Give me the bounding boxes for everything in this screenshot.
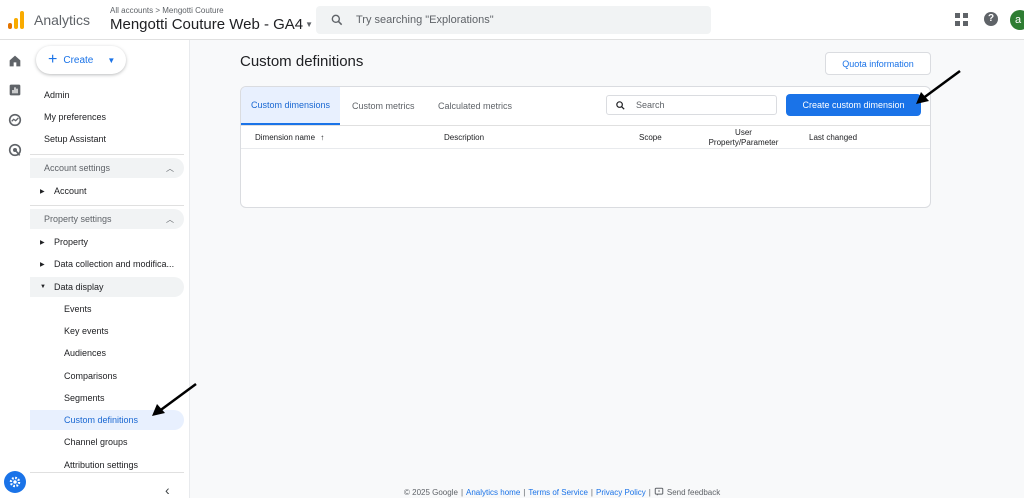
divider xyxy=(30,154,184,155)
sidebar-item-setup-assistant[interactable]: Setup Assistant xyxy=(30,129,184,149)
caret-down-icon: ▼ xyxy=(305,20,314,29)
page-title: Custom definitions xyxy=(240,53,364,70)
apps-grid-icon[interactable] xyxy=(955,13,968,26)
expand-arrow-icon: ▶ xyxy=(40,188,45,195)
sidebar-item-label: Data collection and modifica... xyxy=(54,259,175,269)
global-search[interactable] xyxy=(316,6,711,34)
analytics-logo[interactable] xyxy=(8,11,24,29)
search-icon xyxy=(616,100,625,110)
tab-custom-metrics[interactable]: Custom metrics xyxy=(342,87,425,125)
plus-icon: + xyxy=(48,51,58,68)
explore-icon[interactable] xyxy=(7,112,23,128)
chevron-up-icon: ︿ xyxy=(166,163,174,173)
admin-sidebar: + Create ▼ Admin My preferences Setup As… xyxy=(30,40,190,498)
collapse-arrow-icon: ▼ xyxy=(40,284,46,290)
sidebar-item-key-events[interactable]: Key events xyxy=(30,321,184,341)
sidebar-item-audiences[interactable]: Audiences xyxy=(30,343,184,363)
sidebar-item-my-preferences[interactable]: My preferences xyxy=(30,107,184,127)
privacy-link[interactable]: Privacy Policy xyxy=(596,488,646,497)
column-header-user-property-parameter[interactable]: User Property/Parameter xyxy=(706,128,781,148)
sidebar-item-admin[interactable]: Admin xyxy=(30,85,184,105)
sidebar-item-label: Property xyxy=(54,237,89,247)
chevron-up-icon: ︿ xyxy=(166,214,174,224)
expand-arrow-icon: ▶ xyxy=(40,239,45,246)
sidebar-item-events[interactable]: Events xyxy=(30,299,184,319)
column-header-dimension-name[interactable]: Dimension name ↑ xyxy=(255,133,324,142)
feedback-icon xyxy=(654,487,664,496)
collapse-sidebar-icon[interactable]: ‹ xyxy=(165,482,170,498)
top-bar: Analytics All accounts > Mengotti Coutur… xyxy=(0,0,1024,40)
create-custom-dimension-button[interactable]: Create custom dimension xyxy=(786,94,921,116)
annotation-arrow xyxy=(152,382,197,416)
global-search-input[interactable] xyxy=(356,14,686,26)
divider xyxy=(30,472,184,473)
chevron-down-icon: ▼ xyxy=(107,55,116,65)
column-header-description[interactable]: Description xyxy=(444,133,484,142)
home-icon[interactable] xyxy=(7,53,23,69)
sidebar-item-channel-groups[interactable]: Channel groups xyxy=(30,432,184,452)
sidebar-item-account[interactable]: ▶ Account xyxy=(30,181,184,201)
gear-icon xyxy=(9,476,21,488)
table-header: Dimension name ↑ Description Scope User … xyxy=(241,125,930,149)
copyright: © 2025 Google xyxy=(404,487,458,497)
table-search[interactable] xyxy=(606,95,777,115)
sidebar-item-data-display[interactable]: ▼ Data display xyxy=(30,277,184,297)
send-feedback-link[interactable]: Send feedback xyxy=(667,488,720,497)
sidebar-item-label: Account xyxy=(54,186,87,196)
section-label: Account settings xyxy=(44,163,111,173)
tab-calculated-metrics[interactable]: Calculated metrics xyxy=(428,87,522,125)
section-label: Property settings xyxy=(44,214,112,224)
tab-custom-dimensions[interactable]: Custom dimensions xyxy=(241,87,341,125)
create-button-label: Create xyxy=(63,54,94,66)
expand-arrow-icon: ▶ xyxy=(40,261,45,268)
search-icon xyxy=(331,14,343,26)
reports-icon[interactable] xyxy=(7,82,23,98)
property-selector[interactable]: Mengotti Couture Web - GA4 ▼ xyxy=(110,16,313,33)
create-button[interactable]: + Create ▼ xyxy=(36,46,126,74)
column-label: Dimension name xyxy=(255,133,316,142)
section-property-settings[interactable]: Property settings ︿ xyxy=(30,209,184,229)
sort-ascending-icon: ↑ xyxy=(320,133,325,142)
sidebar-item-label: Data display xyxy=(54,282,104,292)
column-header-scope[interactable]: Scope xyxy=(639,133,662,142)
app-name: Analytics xyxy=(34,12,91,28)
advertising-icon[interactable] xyxy=(7,142,23,158)
terms-link[interactable]: Terms of Service xyxy=(528,488,588,497)
icon-rail xyxy=(0,40,30,498)
divider xyxy=(30,205,184,206)
annotation-arrow xyxy=(916,69,961,104)
custom-definitions-card: Custom dimensions Custom metrics Calcula… xyxy=(240,86,931,208)
analytics-home-link[interactable]: Analytics home xyxy=(466,488,520,497)
property-name: Mengotti Couture Web - GA4 xyxy=(110,16,304,33)
sidebar-item-data-collection[interactable]: ▶ Data collection and modifica... xyxy=(30,254,184,274)
help-icon[interactable]: ? xyxy=(984,12,998,26)
breadcrumb[interactable]: All accounts > Mengotti Couture xyxy=(110,6,224,15)
table-search-input[interactable] xyxy=(636,100,756,110)
sidebar-item-property[interactable]: ▶ Property xyxy=(30,232,184,252)
footer: © 2025 Google | Analytics home | Terms o… xyxy=(404,487,721,497)
avatar[interactable]: a xyxy=(1010,10,1024,30)
column-header-last-changed[interactable]: Last changed xyxy=(809,133,857,142)
section-account-settings[interactable]: Account settings ︿ xyxy=(30,158,184,178)
admin-settings-button[interactable] xyxy=(4,471,26,493)
